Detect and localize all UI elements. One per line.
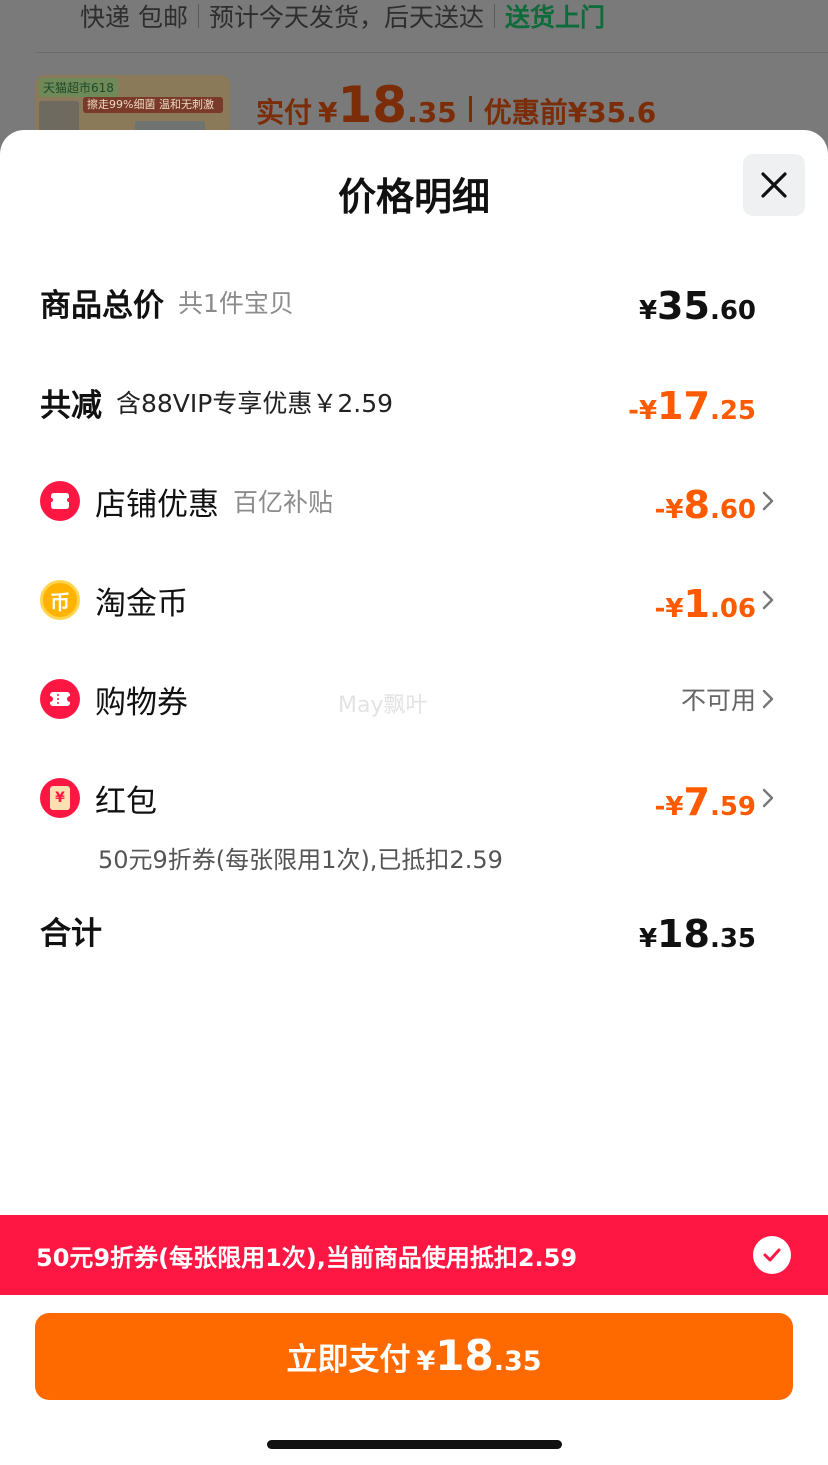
pay-button-decimal: .35 xyxy=(493,1346,542,1377)
coupon-bar-text: 50元9折券(每张限用1次),当前商品使用抵扣2.59 xyxy=(36,1243,578,1272)
thumbnail-strip: 擦走99%细菌 温和无刺激 xyxy=(83,97,223,113)
price-before: 优惠前¥35.6 xyxy=(483,96,657,129)
red-packet-icon: ¥ xyxy=(40,778,80,818)
voucher-status: 不可用 xyxy=(680,686,756,715)
red-packet-note: 50元9折券(每张限用1次),已抵扣2.59 xyxy=(98,846,503,874)
amount-integer: 1 xyxy=(683,582,710,626)
row-label: 商品总价 xyxy=(40,287,164,324)
amount-currency: -¥ xyxy=(654,792,684,822)
price-label: 实付 xyxy=(256,96,313,129)
row-total-discount: 共减 含88VIP专享优惠￥2.59 -¥ 17 .25 xyxy=(0,372,828,432)
ticket-icon xyxy=(40,679,80,719)
home-indicator xyxy=(267,1440,562,1449)
pay-button-integer: 18 xyxy=(435,1331,494,1380)
total-amount: ¥ 35 .60 xyxy=(639,272,756,332)
shop-discount-amount: -¥ 8 .60 xyxy=(655,471,756,531)
delivery-estimate: 预计今天发货，后天送达 xyxy=(208,3,484,32)
row-label: 购物券 xyxy=(95,684,188,721)
amount-integer: 18 xyxy=(657,912,710,956)
amount-integer: 8 xyxy=(683,483,710,527)
row-sub: 含88VIP专享优惠￥2.59 xyxy=(116,389,394,418)
divider xyxy=(468,96,472,122)
amount-currency: -¥ xyxy=(628,396,658,426)
coupon-bar[interactable]: 50元9折券(每张限用1次),当前商品使用抵扣2.59 xyxy=(0,1215,828,1295)
red-packet-amount: -¥ 7 .59 xyxy=(655,768,756,828)
pay-button-currency: ¥ xyxy=(416,1346,436,1377)
row-sum: 合计 ¥ 18 .35 xyxy=(0,900,828,960)
page: 快递 包邮 预计今天发货，后天送达 送货上门 天猫超市618 擦走99%细菌 温… xyxy=(0,0,828,1465)
row-label: 红包 xyxy=(95,783,157,820)
row-sub: 百亿补贴 xyxy=(233,488,334,517)
amount-currency: ¥ xyxy=(638,296,658,326)
divider xyxy=(493,4,495,28)
coin-icon: 币 xyxy=(40,580,80,620)
row-total-price: 商品总价 共1件宝贝 ¥ 35 .60 xyxy=(0,272,828,332)
divider xyxy=(36,52,828,53)
chevron-right-icon xyxy=(762,590,774,610)
row-label: 共减 xyxy=(40,387,102,424)
pay-now-button[interactable]: 立即支付 ¥ 18 .35 xyxy=(35,1313,793,1400)
row-sub: 共1件宝贝 xyxy=(178,289,294,318)
background-overlay[interactable]: 快递 包邮 预计今天发货，后天送达 送货上门 天猫超市618 擦走99%细菌 温… xyxy=(0,0,828,155)
amount-integer: 7 xyxy=(683,780,710,824)
row-coins[interactable]: 币 淘金币 -¥ 1 .06 xyxy=(0,570,828,630)
close-button[interactable] xyxy=(743,154,805,216)
row-red-packet[interactable]: ¥ 红包 -¥ 7 .59 xyxy=(0,768,828,828)
amount-decimal: .59 xyxy=(709,792,756,822)
row-shop-discount[interactable]: 店铺优惠 百亿补贴 -¥ 8 .60 xyxy=(0,471,828,531)
red-packet-icon-glyph: ¥ xyxy=(50,786,70,810)
delivery-service: 送货上门 xyxy=(504,3,605,32)
row-label: 合计 xyxy=(40,915,102,952)
price-currency: ¥ xyxy=(318,96,338,129)
shop-coupon-icon xyxy=(40,481,80,521)
sum-amount: ¥ 18 .35 xyxy=(639,900,756,960)
row-label: 店铺优惠 xyxy=(95,486,219,523)
delivery-method: 快递 包邮 xyxy=(80,3,188,32)
amount-decimal: .06 xyxy=(709,594,756,624)
amount-integer: 17 xyxy=(657,384,710,428)
amount-currency: ¥ xyxy=(638,924,658,954)
divider xyxy=(197,4,199,28)
amount-integer: 35 xyxy=(657,284,710,328)
row-label: 淘金币 xyxy=(95,585,188,622)
amount-currency: -¥ xyxy=(654,594,684,624)
amount-decimal: .25 xyxy=(709,396,756,426)
background-price: 实付 ¥ 18 .35 优惠前¥35.6 xyxy=(256,76,656,136)
amount-decimal: .35 xyxy=(709,924,756,954)
chevron-right-icon xyxy=(762,788,774,808)
coins-amount: -¥ 1 .06 xyxy=(655,570,756,630)
amount-decimal: .60 xyxy=(709,495,756,525)
amount-decimal: .60 xyxy=(709,296,756,326)
pay-button-label: 立即支付 xyxy=(286,1342,411,1378)
delivery-info: 快递 包邮 预计今天发货，后天送达 送货上门 xyxy=(80,0,605,32)
amount-currency: -¥ xyxy=(654,495,684,525)
sheet-title: 价格明细 xyxy=(337,175,490,219)
check-icon[interactable] xyxy=(753,1236,791,1274)
watermark: May飘叶 xyxy=(338,693,428,718)
close-icon xyxy=(761,172,787,198)
chevron-right-icon xyxy=(762,689,774,709)
thumbnail-tag: 天猫超市618 xyxy=(39,78,118,97)
coin-icon-glyph: 币 xyxy=(50,589,70,614)
price-integer: 18 xyxy=(337,76,408,134)
price-decimal: .35 xyxy=(407,96,457,129)
discount-amount: -¥ 17 .25 xyxy=(628,372,756,432)
chevron-right-icon xyxy=(762,491,774,511)
